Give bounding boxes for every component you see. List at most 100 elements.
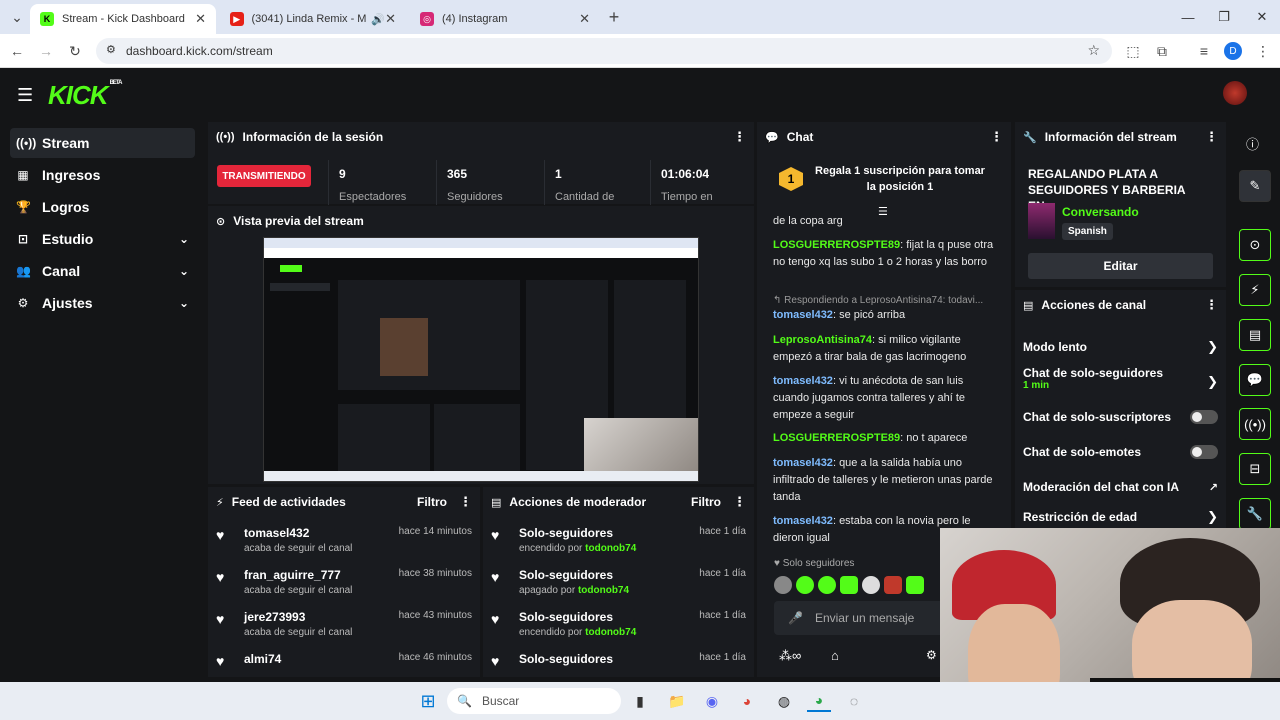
close-tab-icon[interactable]: ✕ — [385, 11, 396, 27]
moderator-filter-button[interactable]: Filtro — [691, 495, 721, 509]
media-control-icon[interactable]: ≡ — [1193, 40, 1215, 62]
tab-kick-dashboard[interactable]: K Stream - Kick Dashboard ✕ — [30, 4, 216, 34]
info-icon[interactable]: ⓘ — [1246, 134, 1259, 153]
session-toggle-icon[interactable]: ((•)) — [1239, 408, 1271, 440]
emote-icon[interactable] — [774, 576, 792, 594]
age-restriction-row[interactable]: Restricción de edad ❯ — [1023, 506, 1218, 528]
maximize-icon[interactable]: ❐ — [1206, 0, 1242, 34]
back-icon[interactable]: ← — [6, 40, 28, 62]
panel-menu-icon[interactable]: ⋮ — [990, 129, 1003, 145]
panel-menu-icon[interactable]: ⋮ — [1205, 129, 1218, 145]
stream-info-toggle-icon[interactable]: 🔧 — [1239, 498, 1271, 530]
tab-youtube[interactable]: ▶ (3041) Linda Remix - Marka 🔊 ✕ — [220, 4, 406, 34]
external-link-icon: ↗ — [1208, 481, 1218, 494]
chat-settings-icon[interactable]: ⚙ — [926, 648, 937, 662]
site-info-icon[interactable]: ⚙ — [106, 43, 116, 56]
language-tag: Spanish — [1062, 223, 1113, 240]
panel-menu-icon[interactable]: ⋮ — [733, 494, 746, 510]
new-tab-button[interactable]: + — [603, 6, 625, 28]
reload-icon[interactable]: ↻ — [64, 40, 86, 62]
activity-toggle-icon[interactable]: ⚡ — [1239, 274, 1271, 306]
taskbar-search[interactable]: 🔍 Buscar — [447, 688, 621, 714]
audio-icon[interactable]: 🔊 — [371, 13, 385, 26]
sidebar-item-canal[interactable]: 👥 Canal ⌄ — [10, 256, 195, 286]
list-item: ♥ Solo-seguidores apagado por todonob74 h… — [491, 568, 746, 596]
chat-input[interactable]: 🎤 Enviar un mensaje — [774, 601, 944, 635]
hamburger-menu-icon[interactable]: ☰ — [17, 85, 33, 106]
channel-actions-toggle-icon[interactable]: ⊟ — [1239, 453, 1271, 485]
close-tab-icon[interactable]: ✕ — [195, 11, 206, 27]
preview-toggle-icon[interactable]: ⊙ — [1239, 229, 1271, 261]
microphone-icon[interactable]: 🎤 — [788, 611, 803, 625]
tab-search-icon[interactable]: ⌄ — [6, 6, 28, 28]
emote-icon[interactable] — [796, 576, 814, 594]
windows-start-icon[interactable]: ⊞ — [416, 690, 440, 712]
sidebar-item-ajustes[interactable]: ⚙ Ajustes ⌄ — [10, 288, 195, 318]
chat-message: tomasel432: que a la salida había uno in… — [773, 457, 993, 503]
minimize-icon[interactable]: — — [1170, 0, 1206, 34]
panel-menu-icon[interactable]: ⋮ — [1205, 297, 1218, 313]
chevron-down-icon: ⌄ — [178, 296, 189, 310]
pinned-gift-message[interactable]: Regala 1 suscripción para tomar la posic… — [810, 163, 990, 195]
discord-icon[interactable]: ◉ — [700, 690, 724, 712]
url-text: dashboard.kick.com/stream — [126, 44, 273, 58]
emote-icon[interactable] — [840, 576, 858, 594]
broadcast-icon: ((•)) — [16, 136, 37, 150]
chat-message: LeprosoAntisina74: si milico vigilante e… — [773, 334, 967, 363]
browser-menu-icon[interactable]: ⋮ — [1252, 40, 1274, 62]
stream-category[interactable]: Conversando — [1062, 205, 1139, 219]
list-item: ♥ Solo-seguidores hace 1 día — [491, 652, 746, 669]
user-avatar[interactable] — [1223, 81, 1247, 105]
emote-icon[interactable] — [906, 576, 924, 594]
emote-icon[interactable] — [818, 576, 836, 594]
list-item: ♥ jere273993 acaba de seguir el canal hac… — [216, 610, 472, 638]
ai-moderation-row[interactable]: Moderación del chat con IA ↗ — [1023, 472, 1218, 502]
stream-preview-video[interactable] — [263, 237, 699, 482]
chat-icon: 💬 — [765, 131, 779, 144]
bookmark-star-icon[interactable]: ☆ — [1087, 42, 1100, 59]
subscribers-only-toggle[interactable] — [1190, 410, 1218, 424]
list-item: ♥ tomasel432 acaba de seguir el canal hac… — [216, 526, 472, 554]
followers-only-row[interactable]: Chat de solo-seguidores 1 min ❯ — [1023, 366, 1218, 396]
emote-bar[interactable] — [774, 576, 940, 596]
edit-stream-button[interactable]: Editar — [1028, 253, 1213, 279]
panel-menu-icon[interactable]: ⋮ — [733, 129, 746, 145]
sidebar-item-logros[interactable]: 🏆 Logros — [10, 192, 195, 222]
chevron-down-icon: ⌄ — [178, 232, 189, 246]
close-window-icon[interactable]: ✕ — [1244, 0, 1280, 34]
sliders-icon: ▤ — [1023, 299, 1034, 312]
chart-icon: ▦ — [17, 168, 29, 182]
chrome-icon[interactable]: ◕ — [735, 690, 759, 712]
app-icon[interactable]: ◌ — [842, 690, 866, 712]
edit-layout-icon[interactable]: ✎ — [1239, 170, 1271, 202]
profile-avatar[interactable]: D — [1224, 42, 1242, 60]
preview-icon: ⊙ — [216, 215, 226, 228]
slow-mode-row[interactable]: Modo lento ❯ — [1023, 332, 1218, 362]
task-view-icon[interactable]: ▮ — [628, 690, 652, 712]
chat-users-icon[interactable]: ⁂∞ — [779, 648, 801, 664]
extensions-puzzle-icon[interactable]: ⧉ — [1151, 40, 1173, 62]
moderator-log-toggle-icon[interactable]: ▤ — [1239, 319, 1271, 351]
list-item: ♥ fran_aguirre_777 acaba de seguir el can… — [216, 568, 472, 596]
heart-icon: ♥ — [491, 527, 500, 543]
close-tab-icon[interactable]: ✕ — [579, 11, 590, 27]
chevron-right-icon: ❯ — [1207, 374, 1218, 389]
panel-menu-icon[interactable]: ⋮ — [459, 494, 472, 510]
extension-icon[interactable]: ⬚ — [1122, 40, 1144, 62]
sidebar-item-ingresos[interactable]: ▦ Ingresos — [10, 160, 195, 190]
obs-icon[interactable]: ◍ — [772, 690, 796, 712]
tab-instagram[interactable]: ◎ (4) Instagram ✕ — [410, 4, 600, 34]
emote-icon[interactable] — [884, 576, 902, 594]
emotes-only-toggle[interactable] — [1190, 445, 1218, 459]
file-explorer-icon[interactable]: 📁 — [665, 690, 689, 712]
chat-store-icon[interactable]: ⌂ — [831, 648, 839, 663]
emote-icon[interactable] — [862, 576, 880, 594]
forward-icon[interactable]: → — [35, 40, 57, 62]
sidebar-item-stream[interactable]: ((•)) Stream — [10, 128, 195, 158]
sidebar-item-estudio[interactable]: ⊡ Estudio ⌄ — [10, 224, 195, 254]
address-bar[interactable]: ⚙ dashboard.kick.com/stream ☆ — [96, 38, 1112, 64]
chat-toggle-icon[interactable]: 💬 — [1239, 364, 1271, 396]
feed-filter-button[interactable]: Filtro — [417, 495, 447, 509]
kick-logo[interactable]: KICK BETA — [48, 80, 122, 111]
chrome-active-icon[interactable]: ◕ — [807, 690, 831, 712]
